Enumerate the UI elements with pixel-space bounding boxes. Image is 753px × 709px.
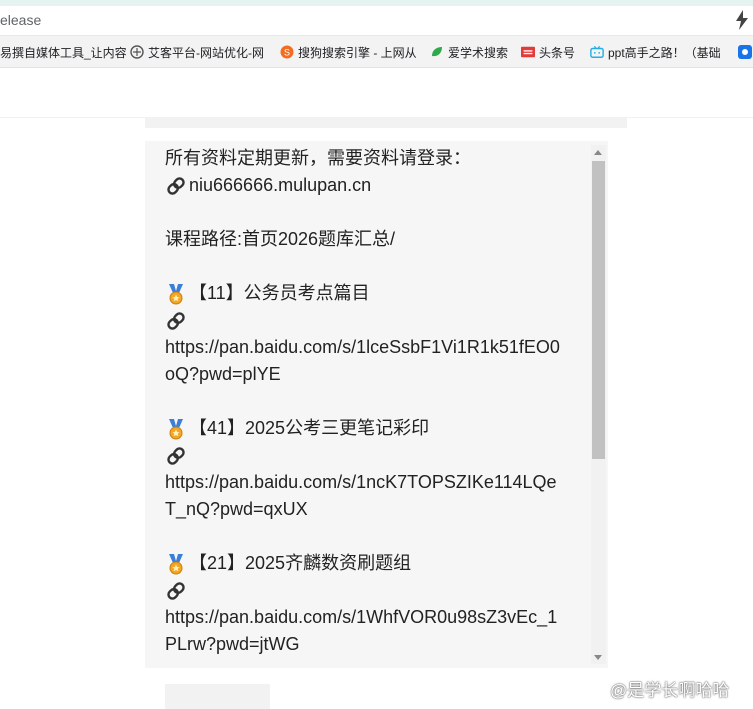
vertical-scrollbar[interactable] <box>591 145 606 664</box>
item-url-cont[interactable]: T_nQ?pwd=qxUX <box>165 496 590 523</box>
text-content-box[interactable]: 所有资料定期更新，需要资料请登录： niu666666.mulupan.cn 课… <box>145 141 608 668</box>
address-bar[interactable]: elease <box>0 6 753 36</box>
bookmark-label: 头条号 <box>539 45 576 60</box>
link-icon <box>165 580 187 602</box>
item-title-row: 【11】公务员考点篇目 <box>165 280 590 307</box>
bookmark-item-toutiao[interactable]: 头条号 <box>521 43 575 61</box>
bookmark-item-ppt[interactable]: ppt高手之路！（基础 <box>590 43 721 61</box>
scroll-up-arrow-icon[interactable] <box>594 150 602 155</box>
site-url[interactable]: niu666666.mulupan.cn <box>189 172 371 199</box>
item-link-icon-row <box>165 442 590 469</box>
watermark: @是学长啊哈哈 <box>580 675 729 701</box>
medal-icon <box>165 553 187 575</box>
item-link-icon-row <box>165 307 590 334</box>
item-url[interactable]: https://pan.baidu.com/s/1lceSsbF1Vi1R1k5… <box>165 334 590 361</box>
bookmark-label: 搜狗搜索引擎 - 上网从 <box>298 45 417 60</box>
bottom-placeholder <box>165 684 270 709</box>
bookmark-label: ppt高手之路！（基础 <box>608 45 721 60</box>
intro-line: 所有资料定期更新，需要资料请登录： <box>165 148 471 168</box>
bookmark-label: 艾客平台-网站优化-网 <box>148 45 264 60</box>
bookmarks-bar: 易撰自媒体工具_让内容 艾客平台-网站优化-网 S 搜狗搜索引擎 - 上网从 爱… <box>0 36 753 68</box>
svg-text:S: S <box>284 48 290 58</box>
medal-icon <box>165 418 187 440</box>
resource-text[interactable]: 所有资料定期更新，需要资料请登录： niu666666.mulupan.cn 课… <box>165 145 590 658</box>
bookmark-item-aike[interactable]: 艾客平台-网站优化-网 <box>130 43 264 61</box>
bookmark-label: 爱学术搜索 <box>448 45 509 60</box>
app-icon <box>738 45 752 59</box>
bilibili-icon <box>590 45 604 59</box>
toutiao-icon <box>521 45 535 59</box>
bookmark-item-sogou[interactable]: S 搜狗搜索引擎 - 上网从 <box>280 43 417 61</box>
medal-icon <box>165 283 187 305</box>
item-url-cont[interactable]: oQ?pwd=plYE <box>165 361 590 388</box>
item-url[interactable]: https://pan.baidu.com/s/1WhfVOR0u98sZ3vE… <box>165 604 590 631</box>
item-url-cont[interactable]: PLrw?pwd=jtWG <box>165 631 590 658</box>
site-line: niu666666.mulupan.cn <box>165 172 590 199</box>
card-header-bar <box>145 117 627 128</box>
sogou-icon: S <box>280 45 294 59</box>
item-title: 【11】公务员考点篇目 <box>189 283 370 303</box>
weibo-logo-icon <box>581 679 605 699</box>
scroll-thumb[interactable] <box>592 161 605 459</box>
bookmark-label: 易撰自媒体工具_让内容 <box>0 45 127 60</box>
item-title-row: 【41】2025公考三更笔记彩印 <box>165 415 590 442</box>
item-title: 【41】2025公考三更笔记彩印 <box>189 418 430 438</box>
link-icon <box>165 445 187 467</box>
watermark-text: @是学长啊哈哈 <box>610 680 730 700</box>
item-title-row: 【21】2025齐麟数资刷题组 <box>165 550 590 577</box>
bookmark-item-yizhuan[interactable]: 易撰自媒体工具_让内容 <box>0 43 127 61</box>
link-icon <box>165 310 187 332</box>
link-icon <box>165 175 187 197</box>
item-link-icon-row <box>165 577 590 604</box>
site-icon <box>130 45 144 59</box>
bookmark-item-app[interactable] <box>738 43 753 61</box>
leaf-icon <box>430 45 444 59</box>
course-path: 课程路径:首页2026题库汇总/ <box>165 229 396 249</box>
item-url[interactable]: https://pan.baidu.com/s/1ncK7TOPSZIKe114… <box>165 469 590 496</box>
lightning-icon[interactable] <box>735 10 749 30</box>
item-title: 【21】2025齐麟数资刷题组 <box>189 553 412 573</box>
bookmark-item-aixueshu[interactable]: 爱学术搜索 <box>430 43 508 61</box>
scroll-down-arrow-icon[interactable] <box>594 655 602 660</box>
address-text[interactable]: elease <box>0 12 41 28</box>
